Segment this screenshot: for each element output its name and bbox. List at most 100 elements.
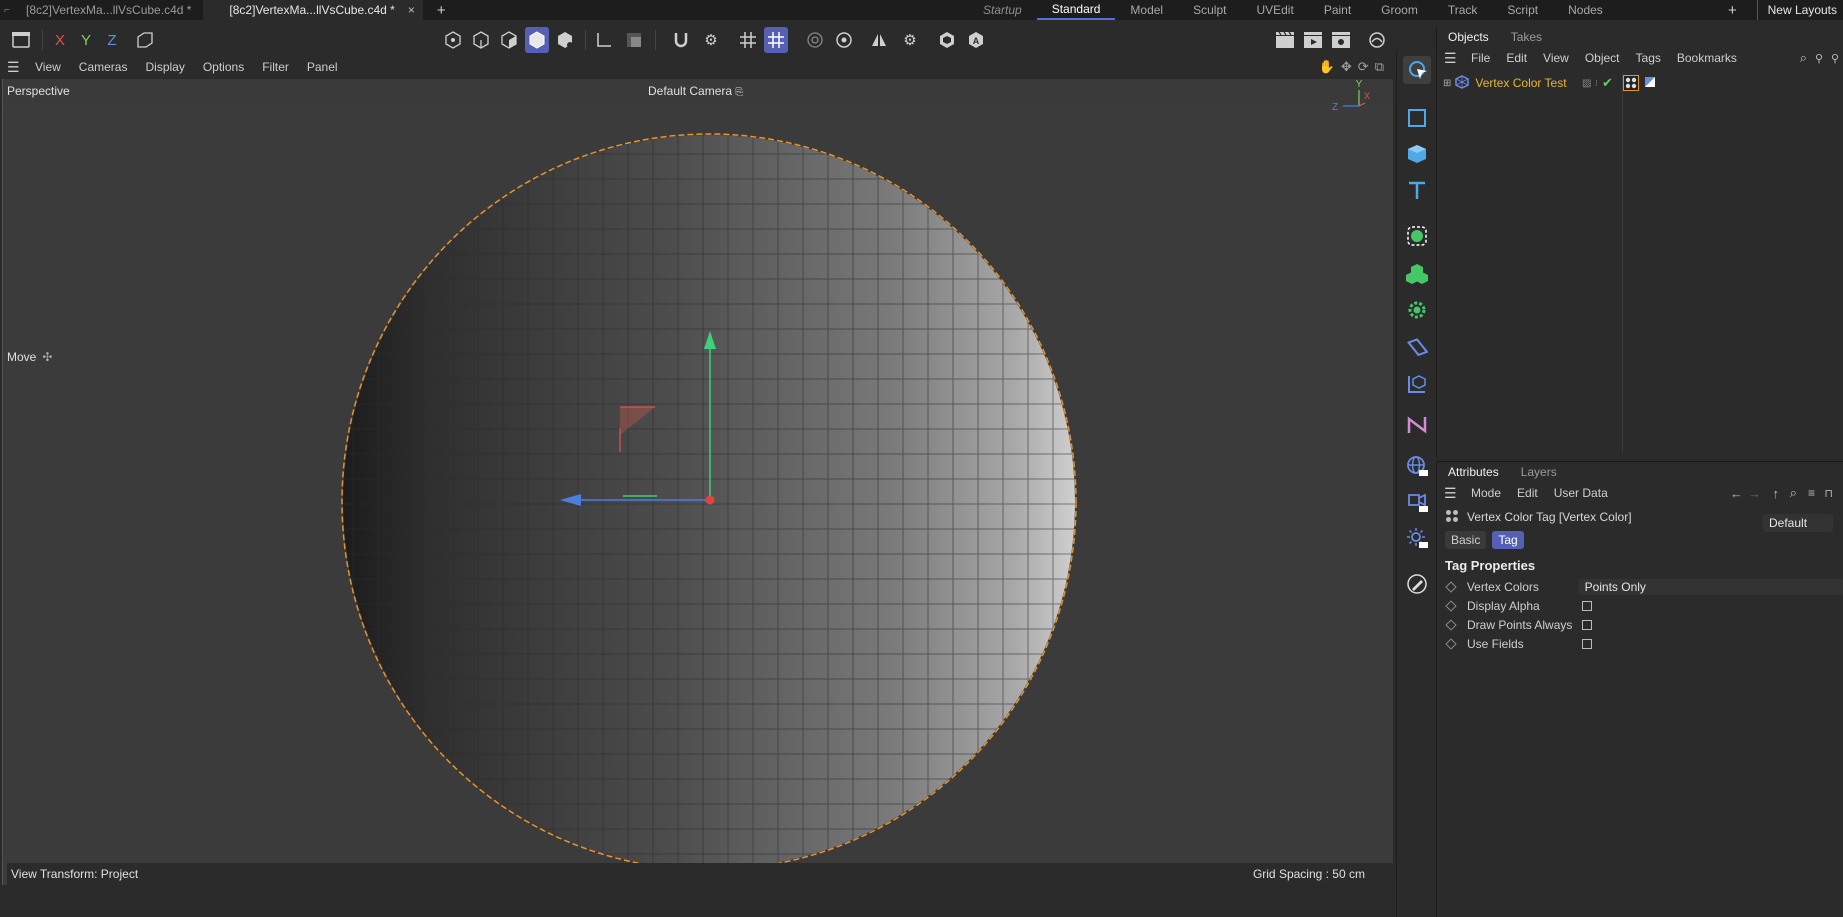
layout-script[interactable]: Script bbox=[1492, 0, 1553, 20]
up-arrow-icon[interactable]: ↑ bbox=[1773, 486, 1780, 501]
tab-layers[interactable]: Layers bbox=[1510, 462, 1568, 482]
attributes-menu-mode[interactable]: Mode bbox=[1463, 486, 1509, 500]
viewport-solo-icon[interactable] bbox=[935, 27, 959, 53]
object-tree[interactable]: ⊞ Vertex Color Test ▨ ⁝ ✔ bbox=[1437, 73, 1843, 453]
edit-object-icon[interactable]: ▨ bbox=[1582, 78, 1591, 89]
visibility-dots-icon[interactable]: ⁝ bbox=[1595, 78, 1598, 89]
object-mode-icon[interactable] bbox=[553, 27, 577, 53]
coordinate-system-icon[interactable] bbox=[133, 27, 157, 53]
dolly-arrows-icon[interactable]: ✥ bbox=[1341, 59, 1352, 75]
mograph-tracer-icon[interactable] bbox=[1403, 411, 1431, 439]
tab-takes[interactable]: Takes bbox=[1500, 27, 1553, 47]
back-arrow-icon[interactable]: ← bbox=[1730, 486, 1743, 501]
use-fields-checkbox[interactable] bbox=[1582, 638, 1592, 649]
objects-hamburger-icon[interactable]: ☰ bbox=[1437, 50, 1463, 67]
new-tab-button[interactable]: + bbox=[437, 2, 446, 19]
viewport-menu-display[interactable]: Display bbox=[136, 60, 193, 74]
expand-plus-icon[interactable]: ⊞ bbox=[1443, 78, 1451, 89]
enabled-check-icon[interactable]: ✔ bbox=[1602, 75, 1613, 91]
preset-dropdown[interactable]: Default bbox=[1763, 514, 1833, 532]
material-tag-icon[interactable] bbox=[1644, 76, 1656, 91]
attributes-menu-edit[interactable]: Edit bbox=[1509, 486, 1546, 500]
symmetry-icon[interactable] bbox=[867, 27, 891, 53]
points-mode-icon[interactable] bbox=[441, 27, 465, 53]
objects-search-icon[interactable]: ⌕ bbox=[1800, 50, 1807, 66]
objects-menu-file[interactable]: File bbox=[1463, 51, 1498, 65]
y-axis-lock-button[interactable]: Y bbox=[74, 27, 98, 53]
display-alpha-checkbox[interactable] bbox=[1582, 600, 1592, 611]
redshift-render-icon[interactable] bbox=[1365, 27, 1389, 53]
snap-magnet-icon[interactable] bbox=[669, 27, 693, 53]
add-layout-button[interactable]: + bbox=[1728, 0, 1737, 20]
text-spline-icon[interactable] bbox=[1403, 176, 1431, 204]
animate-diamond-icon[interactable] bbox=[1445, 580, 1457, 593]
workplane-snap-icon[interactable] bbox=[764, 27, 788, 53]
objects-menu-edit[interactable]: Edit bbox=[1498, 51, 1535, 65]
rotate-view-icon[interactable]: ⟳ bbox=[1358, 59, 1369, 75]
camera-object-icon[interactable] bbox=[1403, 488, 1431, 516]
attributes-filter-icon[interactable]: ≡ bbox=[1808, 486, 1815, 500]
layout-model[interactable]: Model bbox=[1115, 0, 1178, 20]
render-view-icon[interactable] bbox=[1273, 27, 1297, 53]
live-selection-icon[interactable] bbox=[1403, 56, 1431, 84]
deformer-bend-icon[interactable] bbox=[1403, 334, 1431, 362]
attributes-hamburger-icon[interactable]: ☰ bbox=[1437, 485, 1463, 502]
layout-nodes[interactable]: Nodes bbox=[1553, 0, 1618, 20]
viewport-name[interactable]: Perspective bbox=[7, 84, 70, 98]
object-row[interactable]: ⊞ Vertex Color Test ▨ ⁝ ✔ bbox=[1437, 73, 1843, 93]
model-mode-icon[interactable] bbox=[525, 27, 549, 53]
light-object-icon[interactable] bbox=[1403, 524, 1431, 552]
attributes-menu-user-data[interactable]: User Data bbox=[1546, 486, 1616, 500]
tab-attributes[interactable]: Attributes bbox=[1437, 462, 1510, 482]
snap-settings-gear-icon[interactable]: ⚙ bbox=[699, 27, 723, 53]
viewport-menu-cameras[interactable]: Cameras bbox=[70, 60, 137, 74]
objects-filter-icon[interactable]: ⚲ bbox=[1815, 52, 1823, 65]
animate-diamond-icon[interactable] bbox=[1445, 618, 1457, 631]
null-object-icon[interactable] bbox=[1403, 104, 1431, 132]
viewport-menu-panel[interactable]: Panel bbox=[298, 60, 347, 74]
subtab-basic[interactable]: Basic bbox=[1445, 531, 1487, 549]
polygons-mode-icon[interactable] bbox=[497, 27, 521, 53]
layout-track[interactable]: Track bbox=[1433, 0, 1493, 20]
object-name[interactable]: Vertex Color Test bbox=[1475, 76, 1566, 90]
animate-diamond-icon[interactable] bbox=[1445, 637, 1457, 650]
lock-workplane-icon[interactable]: A bbox=[964, 27, 988, 53]
render-settings-icon[interactable] bbox=[1329, 27, 1353, 53]
tab-objects[interactable]: Objects bbox=[1437, 27, 1500, 47]
forward-arrow-icon[interactable]: → bbox=[1748, 486, 1761, 501]
attributes-search-icon[interactable]: ⌕ bbox=[1790, 485, 1797, 501]
render-to-picture-viewer-icon[interactable] bbox=[1301, 27, 1325, 53]
perspective-viewport[interactable]: Y Z X Perspective Default Camera ⎘ Move … bbox=[2, 79, 1393, 885]
active-camera-label[interactable]: Default Camera ⎘ bbox=[648, 84, 743, 98]
layout-uvedit[interactable]: UVEdit bbox=[1241, 0, 1308, 20]
layout-standard[interactable]: Standard bbox=[1036, 0, 1116, 20]
subtab-tag[interactable]: Tag bbox=[1492, 531, 1524, 549]
viewport-scene[interactable]: Y Z X bbox=[3, 79, 1393, 885]
objects-new-window-icon[interactable]: ⚲ bbox=[1831, 52, 1839, 65]
animate-diamond-icon[interactable] bbox=[1445, 599, 1457, 612]
field-object-icon[interactable] bbox=[1403, 370, 1431, 398]
symmetry-settings-gear-icon[interactable]: ⚙ bbox=[898, 27, 922, 53]
layout-startup[interactable]: Startup bbox=[968, 0, 1037, 20]
document-tab-1[interactable]: [8c2]VertexMa...llVsCube.c4d * bbox=[0, 0, 203, 20]
voxel-sphere[interactable] bbox=[333, 129, 1093, 885]
objects-menu-object[interactable]: Object bbox=[1577, 51, 1628, 65]
document-tab-2[interactable]: [8c2]VertexMa...llVsCube.c4d * × bbox=[203, 0, 423, 20]
viewport-hamburger-icon[interactable]: ☰ bbox=[0, 59, 26, 76]
objects-column-divider[interactable] bbox=[1622, 73, 1623, 453]
subdivision-surface-icon[interactable] bbox=[1403, 222, 1431, 250]
toggle-layout-icon[interactable]: ⧉ bbox=[1375, 59, 1384, 75]
soft-selection-icon[interactable] bbox=[803, 27, 827, 53]
vertex-colors-dropdown[interactable]: Points Only bbox=[1578, 578, 1843, 595]
undo-history-icon[interactable] bbox=[9, 27, 33, 53]
layout-sculpt[interactable]: Sculpt bbox=[1178, 0, 1241, 20]
objects-menu-bookmarks[interactable]: Bookmarks bbox=[1669, 51, 1745, 65]
viewport-menu-view[interactable]: View bbox=[26, 60, 70, 74]
pen-sketch-icon[interactable] bbox=[1403, 570, 1431, 598]
viewport-menu-options[interactable]: Options bbox=[194, 60, 253, 74]
objects-menu-view[interactable]: View bbox=[1535, 51, 1577, 65]
environment-globe-icon[interactable] bbox=[1403, 452, 1431, 480]
texture-mode-icon[interactable] bbox=[622, 27, 646, 53]
objects-menu-tags[interactable]: Tags bbox=[1628, 51, 1669, 65]
new-layouts-button[interactable]: New Layouts bbox=[1756, 0, 1843, 20]
